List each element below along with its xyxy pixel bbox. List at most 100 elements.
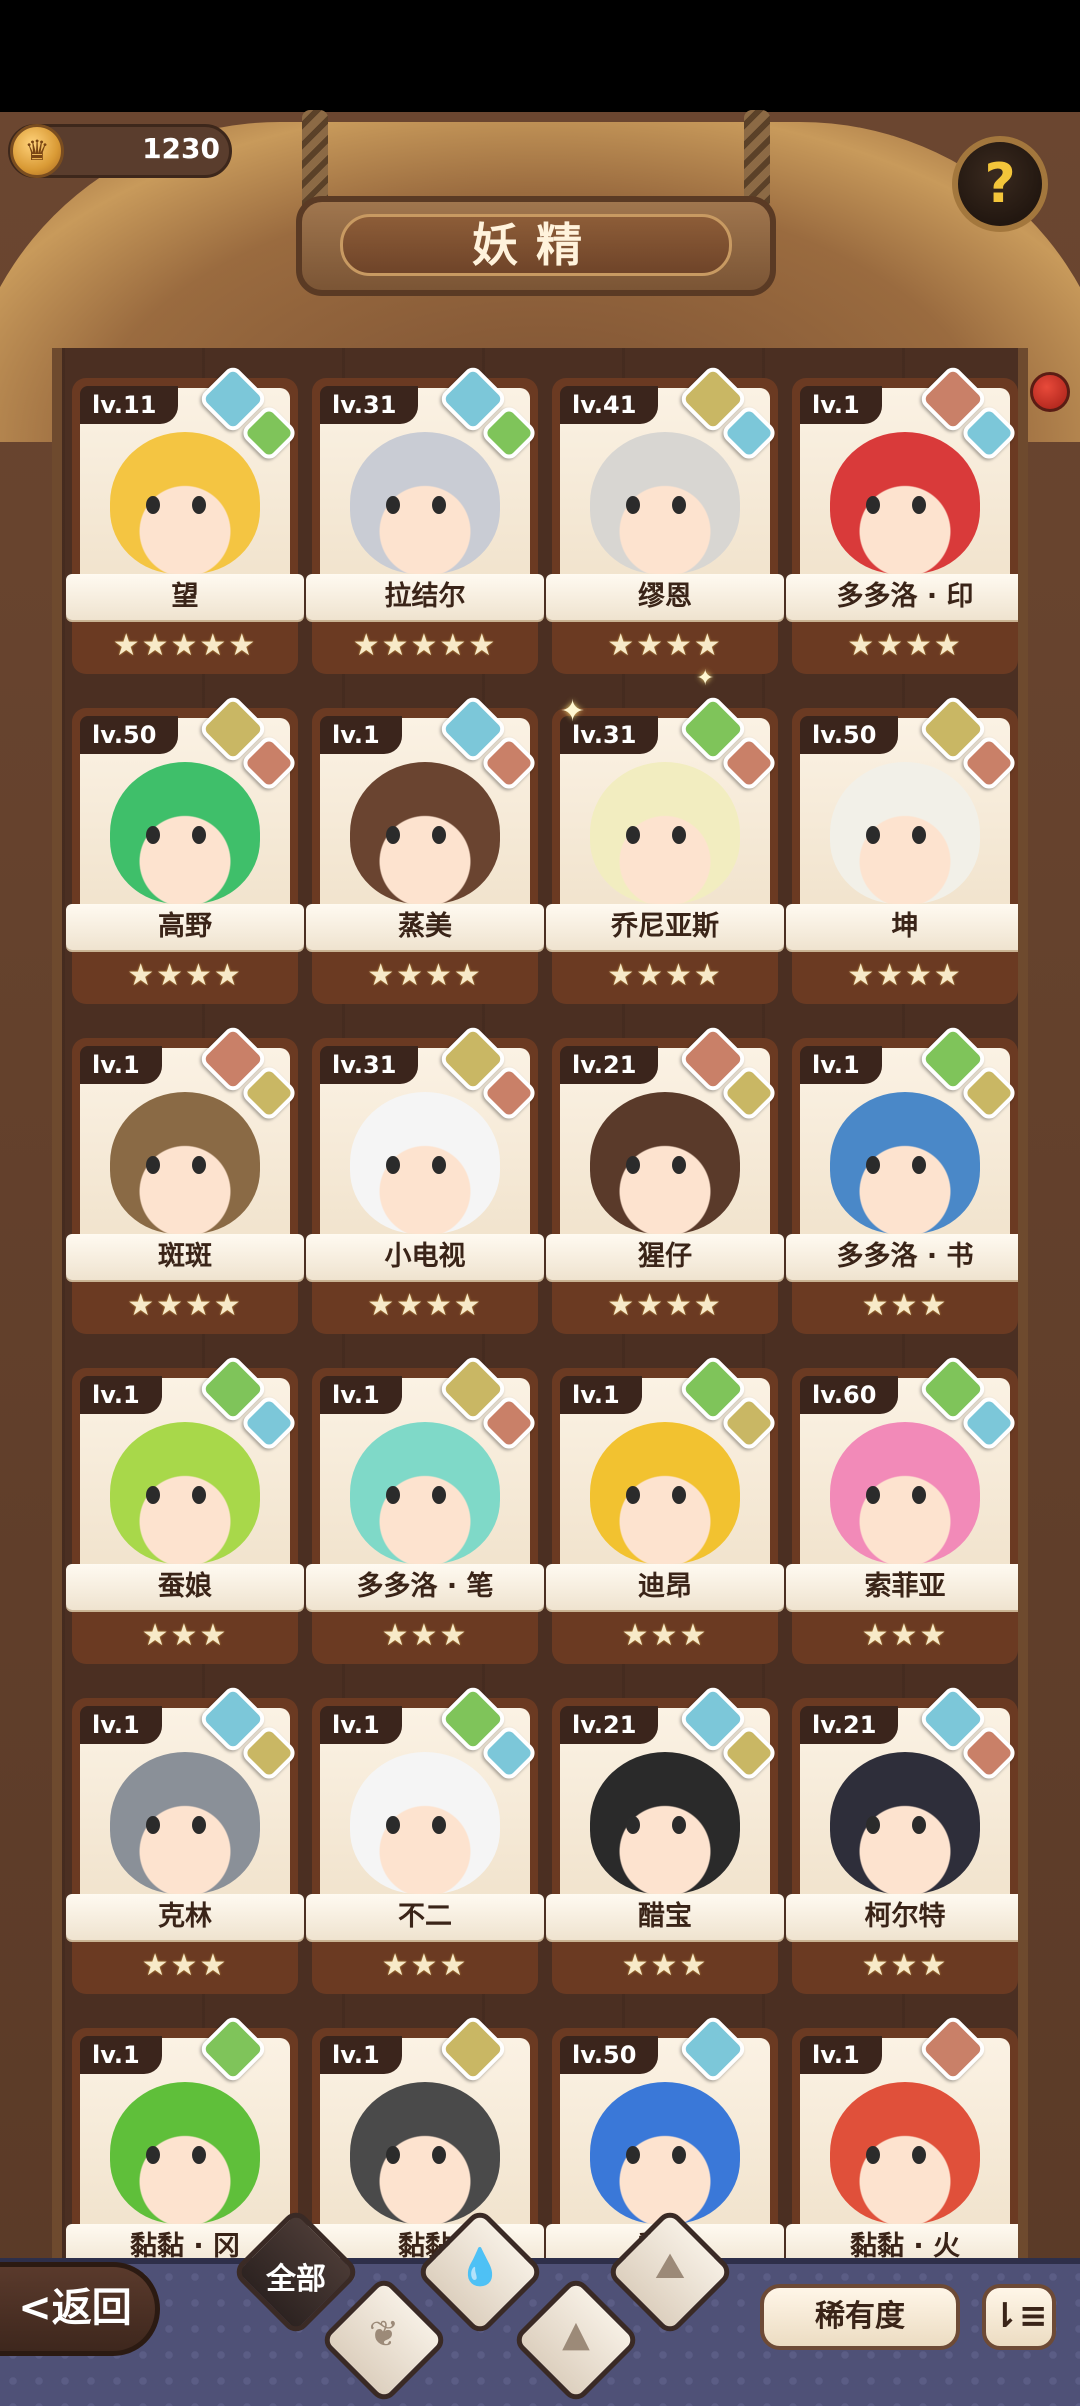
fairy-card[interactable]: lv.1 迪昂 ★★★ <box>546 1353 784 1664</box>
level-tag: lv.21 <box>800 1706 899 1744</box>
sort-order-button[interactable]: ⇂≡ <box>982 2284 1056 2350</box>
fairy-card[interactable]: lv.50黏黏 <box>546 2013 784 2268</box>
fairy-name: 不二 <box>306 1894 544 1940</box>
portrait-eyes <box>146 826 224 846</box>
eye <box>432 1156 446 1174</box>
eye <box>672 1816 686 1834</box>
star-rating: ★★★★ <box>367 958 483 993</box>
fairy-card[interactable]: lv.1 多多洛 · 笔 ★★★ <box>306 1353 544 1664</box>
help-button[interactable]: ? <box>952 136 1048 232</box>
eye <box>912 826 926 844</box>
eye <box>192 1156 206 1174</box>
fairy-card[interactable]: lv.31 乔尼亚斯 ★★★★ <box>546 693 784 1004</box>
fairy-card[interactable]: lv.21 猩仔 ★★★★ <box>546 1023 784 1334</box>
portrait-eyes <box>386 1816 464 1836</box>
fairy-name: 小电视 <box>306 1234 544 1280</box>
eye <box>386 2146 400 2164</box>
star-rating: ★★★★ <box>367 1288 483 1323</box>
eye <box>626 826 640 844</box>
star-rating: ★★★ <box>861 1288 949 1323</box>
portrait-eyes <box>146 1156 224 1176</box>
level-tag: lv.1 <box>80 1376 162 1414</box>
star-rating: ★★★ <box>621 1618 709 1653</box>
fairy-name: 猩仔 <box>546 1234 784 1280</box>
portrait-eyes <box>626 2146 704 2166</box>
eye <box>912 1156 926 1174</box>
fairy-card[interactable]: lv.1 不二 ★★★ <box>306 1683 544 1994</box>
portrait-eyes <box>386 496 464 516</box>
fairy-card[interactable]: lv.1 黏黏 · 冈 <box>66 2013 304 2268</box>
eye <box>146 1486 160 1504</box>
back-button[interactable]: <返回 <box>0 2262 160 2356</box>
eye <box>672 496 686 514</box>
eye <box>626 496 640 514</box>
eye <box>146 496 160 514</box>
level-tag: lv.1 <box>800 386 882 424</box>
fairy-card[interactable]: lv.1 多多洛 · 印 ★★★★ <box>786 363 1018 674</box>
eye <box>866 1156 880 1174</box>
fairy-card[interactable]: lv.31 拉结尔 ★★★★★ <box>306 363 544 674</box>
eye <box>386 1156 400 1174</box>
star-rating: ★★★ <box>141 1618 229 1653</box>
eye <box>866 2146 880 2164</box>
fairy-name: 坤 <box>786 904 1018 950</box>
portrait-eyes <box>626 496 704 516</box>
fairy-card[interactable]: lv.41 缪恩 ★★★★ <box>546 363 784 674</box>
eye <box>146 2146 160 2164</box>
portrait-eyes <box>866 1816 944 1836</box>
fairy-card[interactable]: lv.31 小电视 ★★★★ <box>306 1023 544 1334</box>
level-tag: lv.1 <box>320 1376 402 1414</box>
star-rating: ★★★★ <box>127 1288 243 1323</box>
portrait-eyes <box>626 1816 704 1836</box>
eye <box>432 826 446 844</box>
fairy-card[interactable]: lv.60 索菲亚 ★★★ <box>786 1353 1018 1664</box>
fairy-card[interactable]: lv.1 蒸美 ★★★★ <box>306 693 544 1004</box>
water-drop-icon: 💧 <box>457 2247 503 2288</box>
fairy-card[interactable]: lv.1 多多洛 · 书 ★★★ <box>786 1023 1018 1334</box>
fairy-card[interactable]: lv.1 黏黏 · 火 <box>786 2013 1018 2268</box>
fairy-card[interactable]: lv.50 坤 ★★★★ <box>786 693 1018 1004</box>
fairy-card[interactable]: lv.21 醋宝 ★★★ <box>546 1683 784 1994</box>
eye <box>626 1816 640 1834</box>
fairy-card[interactable]: lv.50 高野 ★★★★ <box>66 693 304 1004</box>
level-tag: lv.50 <box>800 716 899 754</box>
eye <box>626 1486 640 1504</box>
level-tag: lv.21 <box>560 1706 659 1744</box>
level-tag: lv.1 <box>560 1376 642 1414</box>
level-tag: lv.1 <box>80 1046 162 1084</box>
eye <box>912 496 926 514</box>
eye <box>432 1486 446 1504</box>
eye <box>146 1156 160 1174</box>
eye <box>672 1156 686 1174</box>
eye <box>386 1816 400 1834</box>
fairy-card[interactable]: lv.11 望 ★★★★★ <box>66 363 304 674</box>
fairy-grid-panel[interactable]: lv.11 望 ★★★★★ lv.31 拉结尔 ★★★★★ lv.41 缪恩 ★★★★ lv.1 多… <box>52 348 1028 2268</box>
portrait-eyes <box>386 1486 464 1506</box>
volcano-icon: ⛰ <box>654 2246 686 2287</box>
rarity-sort-button[interactable]: 稀有度 <box>760 2284 960 2350</box>
star-rating: ★★★ <box>621 1948 709 1983</box>
fairy-name: 多多洛 · 印 <box>786 574 1018 620</box>
eye <box>192 826 206 844</box>
portrait-eyes <box>146 1816 224 1836</box>
eye <box>672 2146 686 2164</box>
coin-value: 1230 <box>142 132 220 165</box>
question-sprout-icon: ? <box>984 152 1016 215</box>
star-rating: ★★★★ <box>847 958 963 993</box>
fairy-name: 斑斑 <box>66 1234 304 1280</box>
fairy-card[interactable]: lv.1 蚕娘 ★★★ <box>66 1353 304 1664</box>
mountain-icon: ▲ <box>562 2314 590 2355</box>
fairy-card[interactable]: lv.1 斑斑 ★★★★ <box>66 1023 304 1334</box>
fairy-card[interactable]: lv.1 克林 ★★★ <box>66 1683 304 1994</box>
portrait-eyes <box>866 826 944 846</box>
eye <box>432 496 446 514</box>
fairy-card[interactable]: lv.1 黏黏 <box>306 2013 544 2268</box>
eye <box>192 1816 206 1834</box>
portrait-eyes <box>146 2146 224 2166</box>
eye <box>912 1486 926 1504</box>
level-tag: lv.1 <box>800 1046 882 1084</box>
fairy-card[interactable]: lv.21 柯尔特 ★★★ <box>786 1683 1018 1994</box>
ladybug-icon <box>1030 372 1070 412</box>
star-rating: ★★★★ <box>847 628 963 663</box>
star-rating: ★★★ <box>381 1948 469 1983</box>
